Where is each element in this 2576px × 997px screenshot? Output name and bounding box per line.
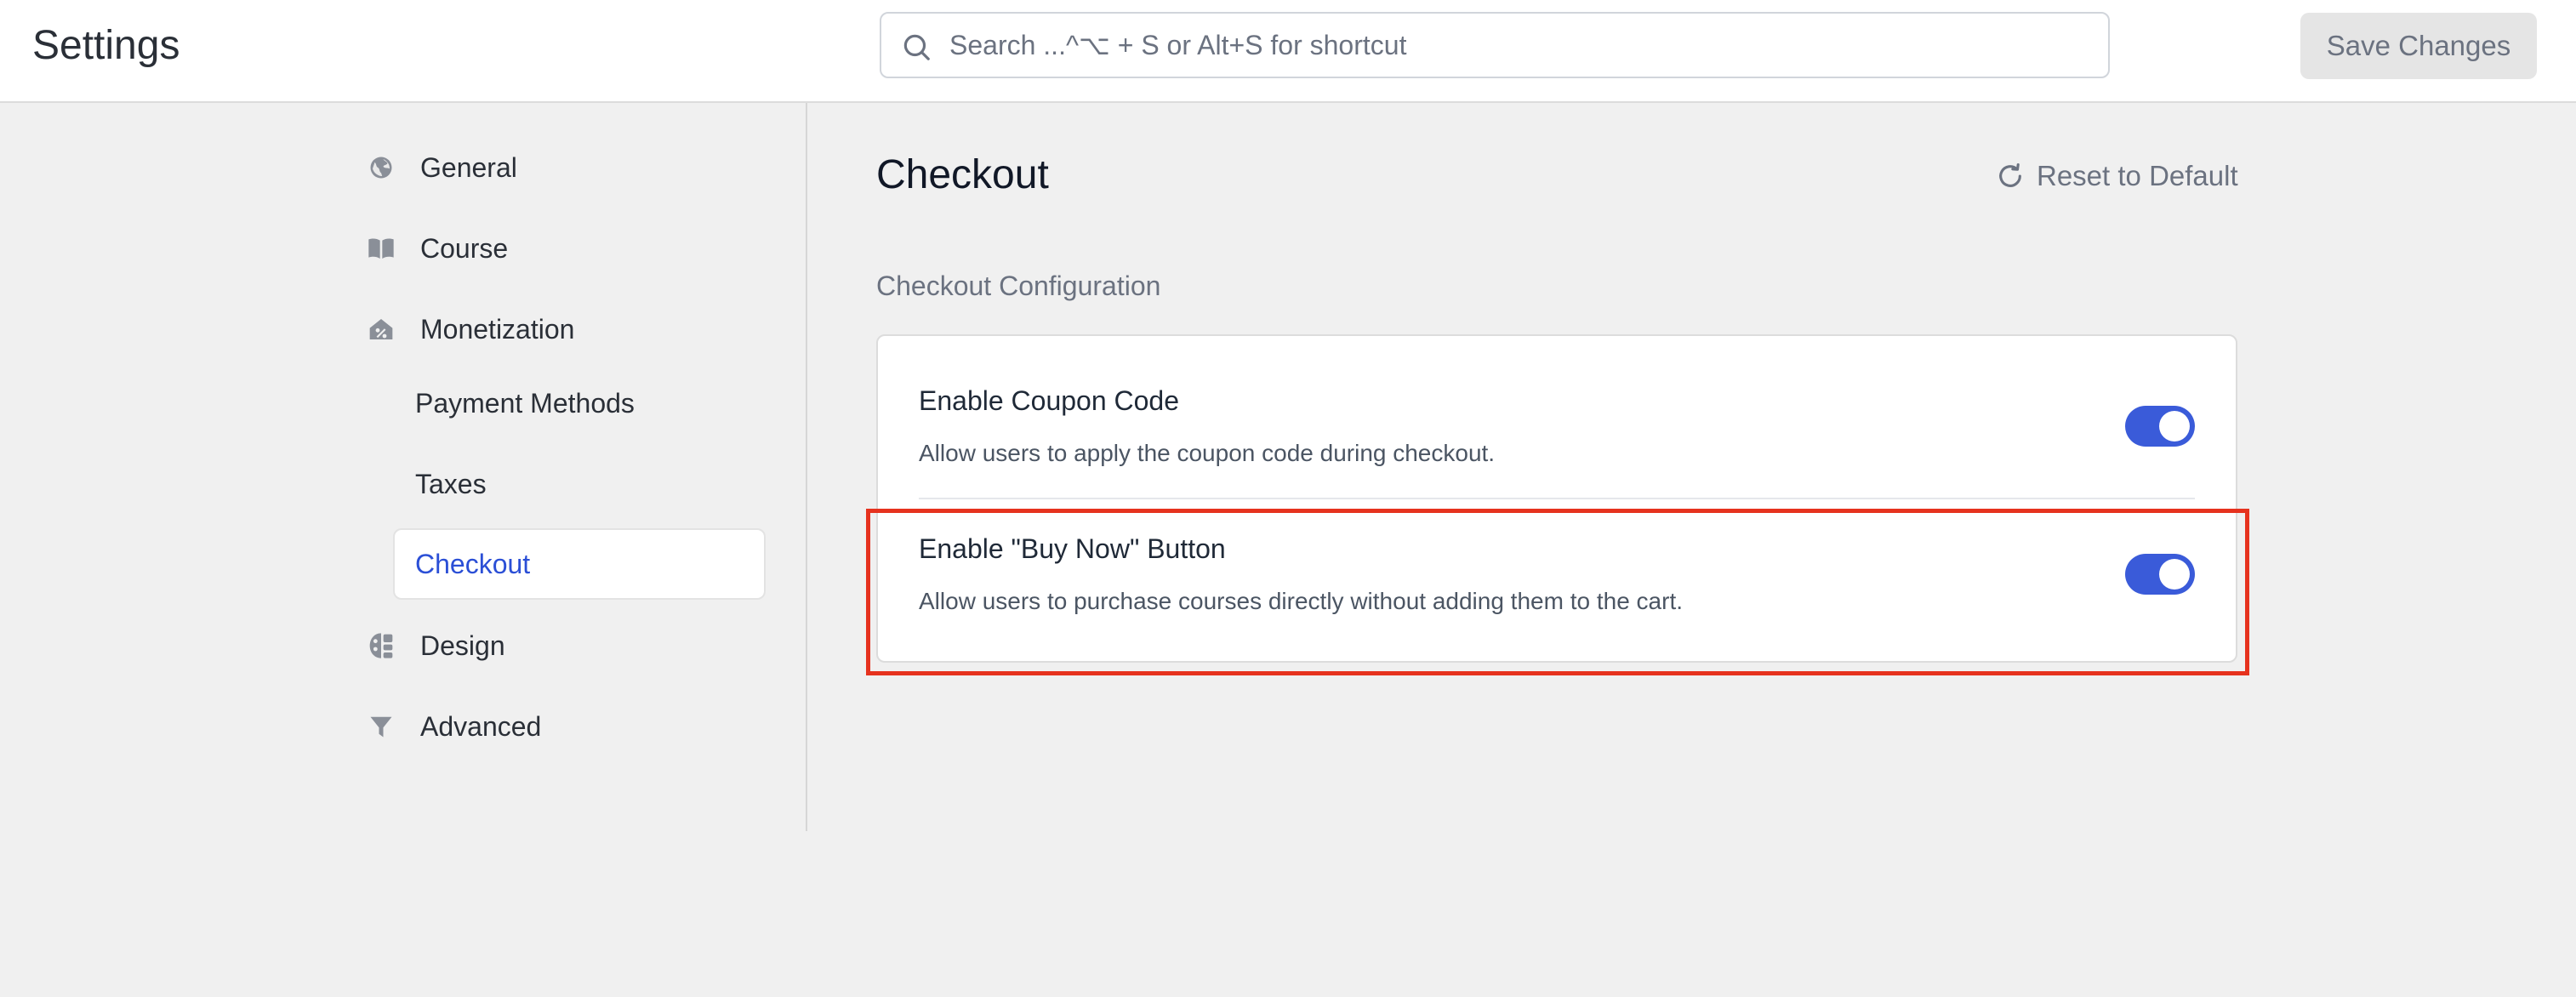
coupon-code-toggle[interactable]	[2125, 406, 2195, 447]
sidebar-item-general[interactable]: General	[362, 142, 771, 193]
save-changes-button[interactable]: Save Changes	[2300, 13, 2537, 79]
checkout-settings-card: Enable Coupon Code Allow users to apply …	[876, 334, 2237, 663]
sidebar-divider	[806, 103, 807, 831]
buy-now-toggle[interactable]	[2125, 554, 2195, 595]
toggle-knob	[2159, 411, 2190, 442]
sidebar-item-label: Checkout	[415, 549, 531, 579]
sidebar-item-label: Course	[420, 232, 509, 264]
search-input[interactable]	[949, 14, 2089, 77]
setting-description: Allow users to purchase courses directly…	[919, 588, 1683, 614]
setting-row-coupon-code: Enable Coupon Code Allow users to apply …	[919, 336, 2195, 481]
setting-title: Enable "Buy Now" Button	[919, 533, 1226, 564]
sidebar-item-label: General	[420, 151, 517, 183]
sidebar-item-design[interactable]: Design	[362, 620, 771, 671]
search-box[interactable]	[880, 12, 2110, 78]
refresh-icon	[1999, 162, 2021, 187]
setting-row-buy-now: Enable "Buy Now" Button Allow users to p…	[919, 484, 2195, 629]
sidebar-item-advanced[interactable]: Advanced	[362, 701, 771, 752]
monetization-icon	[366, 314, 396, 345]
header-bar: Settings Save Changes	[0, 0, 2576, 103]
setting-description: Allow users to apply the coupon code dur…	[919, 440, 1496, 466]
book-icon	[366, 233, 396, 264]
sidebar-item-label: Design	[420, 630, 505, 661]
setting-title: Enable Coupon Code	[919, 385, 1180, 416]
section-title: Checkout	[876, 152, 1049, 197]
search-icon	[903, 34, 930, 60]
sidebar-item-label: Advanced	[420, 710, 542, 742]
reset-to-default-button[interactable]: Reset to Default	[1996, 155, 2238, 197]
sidebar-item-checkout[interactable]: Checkout	[393, 528, 766, 600]
globe-icon	[366, 152, 396, 183]
sidebar-item-monetization[interactable]: Monetization	[362, 304, 771, 355]
reset-label: Reset to Default	[2037, 160, 2238, 191]
page-title: Settings	[32, 23, 180, 68]
sidebar-item-label: Monetization	[420, 313, 575, 345]
palette-icon	[366, 630, 396, 661]
sidebar-item-taxes[interactable]: Taxes	[415, 459, 487, 510]
sidebar-item-course[interactable]: Course	[362, 223, 771, 274]
sidebar-item-payment-methods[interactable]: Payment Methods	[415, 378, 635, 429]
toggle-knob	[2159, 559, 2190, 590]
filter-icon	[366, 711, 396, 742]
checkout-configuration-heading: Checkout Configuration	[876, 271, 1161, 301]
